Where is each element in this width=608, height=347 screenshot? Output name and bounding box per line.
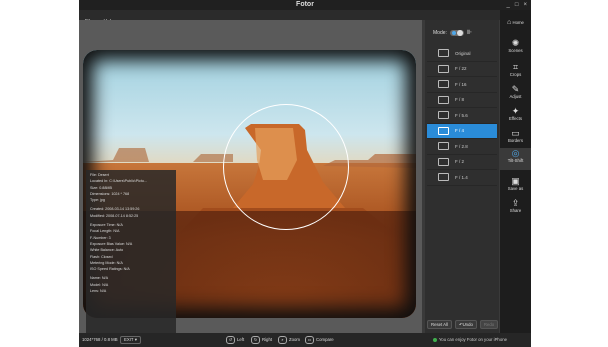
minimize-button[interactable]: _ <box>507 1 510 9</box>
rotate-right-button[interactable]: ↻ Right <box>251 336 272 344</box>
aperture-swatch-icon <box>438 173 449 182</box>
toolbar-borders[interactable]: ▭ Borders <box>500 128 531 143</box>
compare-button[interactable]: ▭ Compare <box>305 336 334 344</box>
window-title: Fotor <box>296 1 314 8</box>
toolbar-crops[interactable]: ⌗ Crops <box>500 62 531 77</box>
rotate-right-icon: ↻ <box>251 336 260 344</box>
toolbar-share[interactable]: ⇪ Share <box>500 198 531 213</box>
aperture-swatch-icon <box>438 157 449 166</box>
image-info-panel: File: Desert Located In: C:\Users\Public… <box>86 170 176 333</box>
toolbar-scenes[interactable]: ✺ Scenes <box>500 38 531 53</box>
zoom-button[interactable]: ⌕ Zoom <box>278 336 300 344</box>
toolbar-save-as[interactable]: ▣ Save as <box>500 176 531 191</box>
menu-bar: File Help <box>79 10 531 25</box>
aperture-swatch-icon <box>438 64 449 73</box>
toolbar-adjust[interactable]: ✎ Adjust <box>500 84 531 99</box>
mode-selector: Mode: ⊪ <box>433 29 472 36</box>
share-icon: ⇪ <box>511 198 520 208</box>
linear-mode-icon[interactable]: ⊪ <box>467 29 472 36</box>
rotate-left-icon: ↺ <box>226 336 235 344</box>
aperture-f4[interactable]: F / 4 <box>427 123 497 139</box>
maximize-button[interactable]: □ <box>515 1 519 9</box>
status-bar: 1024*768 / 0.8 MB EXIT ▾ ↺ Left ↻ Right ⌕ Z… <box>79 333 531 347</box>
effects-icon: ✦ <box>511 106 520 116</box>
fotor-logo-icon <box>432 337 437 342</box>
tilt-shift-focus-ring[interactable] <box>223 104 349 230</box>
rotate-left-button[interactable]: ↺ Left <box>226 336 244 344</box>
crop-icon: ⌗ <box>512 62 519 72</box>
info-lens: Lens: N/A <box>90 289 107 294</box>
mode-toggle[interactable] <box>449 29 464 36</box>
toolbar-tilt-shift[interactable]: ◎ Tilt-Shift <box>500 148 531 170</box>
aperture-f2-8[interactable]: F / 2.8 <box>427 139 497 155</box>
redo-button[interactable]: Redo <box>479 320 499 329</box>
aperture-f8[interactable]: F / 8 <box>427 93 497 108</box>
aperture-swatch-icon <box>438 80 449 89</box>
scenes-icon: ✺ <box>511 38 520 48</box>
aperture-list: Original F / 22 F / 16 F / 8 F / 5.6 F /… <box>427 46 497 186</box>
fotor-window: Fotor _ □ × File Help File: Desert <box>79 0 531 347</box>
right-toolbar: ⌂ Home ✺ Scenes ⌗ Crops ✎ Adjust ✦ Effects ▭… <box>500 10 531 333</box>
aperture-swatch-icon <box>438 142 449 151</box>
image-dimensions: 1024*768 / 0.8 MB <box>82 337 118 342</box>
aperture-swatch-icon <box>438 95 449 104</box>
dropdown-arrow-icon: ▾ <box>134 337 137 342</box>
aperture-swatch-icon <box>438 126 449 135</box>
aperture-f1-4[interactable]: F / 1.4 <box>427 170 497 186</box>
tilt-shift-panel: Mode: ⊪ Original F / 22 F / 16 F / 8 F /… <box>425 20 499 333</box>
aperture-f2[interactable]: F / 2 <box>427 155 497 170</box>
borders-icon: ▭ <box>511 128 520 138</box>
compare-icon: ▭ <box>305 336 314 344</box>
photo-canvas: File: Desert Located In: C:\Users\Public… <box>79 20 422 333</box>
close-button[interactable]: × <box>523 1 527 9</box>
aperture-f16[interactable]: F / 16 <box>427 77 497 93</box>
undo-button[interactable]: ↶Undo <box>454 320 477 329</box>
aperture-f5-6[interactable]: F / 5.6 <box>427 108 497 124</box>
toolbar-effects[interactable]: ✦ Effects <box>500 106 531 121</box>
zoom-icon: ⌕ <box>278 336 287 344</box>
exit-button[interactable]: EXIT ▾ <box>120 336 141 344</box>
reset-all-button[interactable]: Reset All <box>427 320 452 329</box>
aperture-swatch-icon <box>438 49 449 58</box>
mode-label: Mode: <box>433 29 447 36</box>
aperture-original[interactable]: Original <box>427 46 497 62</box>
aperture-swatch-icon <box>438 111 449 120</box>
save-icon: ▣ <box>511 176 520 186</box>
tilt-shift-icon: ◎ <box>511 148 520 158</box>
title-bar: Fotor _ □ × <box>79 0 531 10</box>
toolbar-home[interactable]: ⌂ Home <box>500 18 531 28</box>
home-icon: ⌂ <box>507 19 512 26</box>
iphone-promo[interactable]: You can enjoy Fotor on your iPhone <box>432 337 507 342</box>
adjust-icon: ✎ <box>511 84 520 94</box>
aperture-f22[interactable]: F / 22 <box>427 62 497 77</box>
